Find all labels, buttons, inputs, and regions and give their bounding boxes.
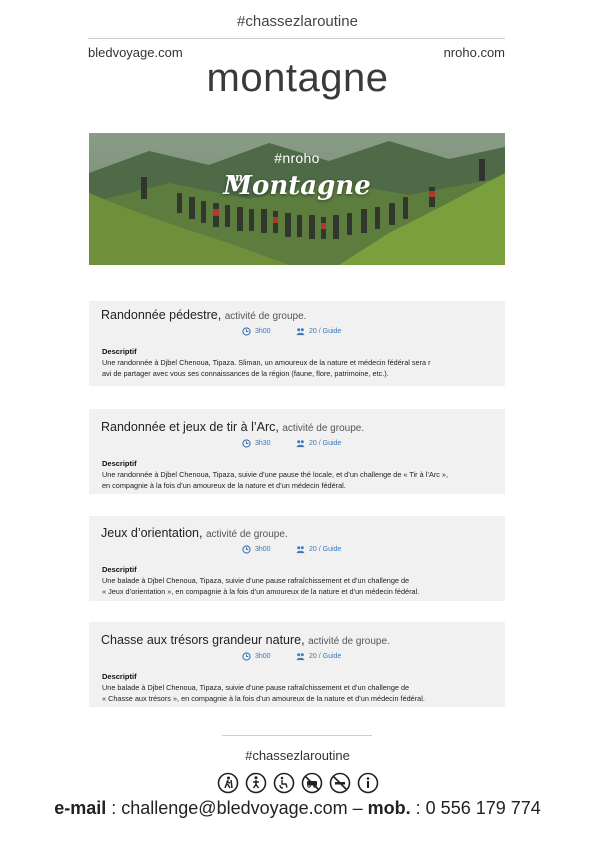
capacity-value: 20 / Guide: [309, 328, 342, 335]
capacity: 20 / Guide: [296, 439, 341, 448]
description-label: Descriptif: [102, 672, 137, 681]
description-label: Descriptif: [102, 565, 137, 574]
top-hashtag: #chassezlaroutine: [237, 13, 358, 30]
capacity-value: 20 / Guide: [309, 546, 342, 553]
clock-icon: [242, 327, 251, 336]
duration: 3h30: [242, 439, 271, 448]
accessibility-icon: [273, 772, 295, 794]
description-line: Une randonnée à Djbel Chenoua, Tipaza. S…: [102, 358, 431, 367]
activity-card: Jeux d’orientation, activité de groupe. …: [89, 516, 505, 601]
bottom-divider: [222, 735, 372, 736]
activity-type: activité de groupe.: [308, 636, 390, 647]
group-icon: [296, 546, 305, 554]
hero-banner: #nroho en Montagne: [89, 133, 505, 265]
description-line: en compagnie à la fois d’un amoureux de …: [102, 481, 346, 490]
activity-title: Chasse aux trésors grandeur nature, acti…: [101, 633, 390, 647]
activity-type: activité de groupe.: [282, 423, 365, 434]
icons-row: [0, 772, 595, 794]
description-line: « Chasse aux trésors », en compagnie à l…: [102, 694, 425, 703]
email-label: e-mail: [54, 798, 107, 818]
description-text: Une randonnée à Djbel Chenoua, Tipaza. S…: [102, 357, 492, 379]
activity-card: Chasse aux trésors grandeur nature, acti…: [89, 622, 505, 707]
activity-name: Chasse aux trésors grandeur nature,: [101, 633, 305, 647]
duration-value: 3h00: [255, 653, 271, 660]
no-smoking-icon: [329, 772, 351, 794]
activity-meta: 3h00 20 / Guide: [89, 327, 505, 339]
activity-type: activité de groupe.: [205, 529, 288, 540]
group-icon: [296, 328, 305, 336]
description-line: « Jeux d’orientation », en compagnie à l…: [102, 587, 420, 596]
no-vehicle-icon: [301, 772, 323, 794]
duration-value: 3h00: [255, 546, 271, 553]
activity-title: Jeux d’orientation, activité de groupe.: [101, 526, 288, 540]
activity-meta: 3h00 20 / Guide: [89, 545, 505, 557]
description-text: Une balade à Djbel Chenoua, Tipaza, suiv…: [102, 682, 492, 704]
activity-type: activité de groupe.: [224, 311, 307, 322]
activity-name: Jeux d’orientation,: [101, 526, 203, 540]
duration: 3h00: [242, 327, 271, 336]
duration: 3h00: [242, 652, 271, 661]
bottom-hashtag: #chassezlaroutine: [245, 748, 350, 763]
description-line: Une randonnée à Djbel Chenoua, Tipaza, s…: [102, 470, 449, 479]
page-title: montagne: [206, 56, 389, 100]
clock-icon: [242, 652, 251, 661]
top-divider: [88, 38, 505, 39]
duration-value: 3h00: [255, 328, 271, 335]
duration: 3h00: [242, 545, 271, 554]
group-icon: [296, 440, 305, 448]
clock-icon: [242, 439, 251, 448]
description-line: avi de partager avec vous ses connaissan…: [102, 369, 389, 378]
phone-label: mob.: [367, 798, 411, 818]
description-label: Descriptif: [102, 459, 137, 468]
description-line: Une balade à Djbel Chenoua, Tipaza, suiv…: [102, 683, 410, 692]
capacity: 20 / Guide: [296, 327, 341, 336]
description-label: Descriptif: [102, 347, 137, 356]
email-address[interactable]: : challenge@bledvoyage.com –: [106, 798, 367, 818]
activity-name: Randonnée et jeux de tir à l’Arc,: [101, 420, 279, 434]
walking-icon: [245, 772, 267, 794]
activity-card: Randonnée pédestre, activité de groupe. …: [89, 301, 505, 386]
activity-title: Randonnée et jeux de tir à l’Arc, activi…: [101, 420, 364, 434]
group-icon: [296, 653, 305, 661]
banner-title: Montagne: [223, 171, 371, 201]
activity-meta: 3h00 20 / Guide: [89, 652, 505, 664]
phone-number[interactable]: : 0 556 179 774: [411, 798, 541, 818]
activity-name: Randonnée pédestre,: [101, 308, 222, 322]
hiking-icon: [217, 772, 239, 794]
duration-value: 3h30: [255, 440, 271, 447]
capacity-value: 20 / Guide: [309, 440, 342, 447]
banner-hashtag: #nroho: [274, 150, 320, 166]
activity-meta: 3h30 20 / Guide: [89, 439, 505, 451]
contact-line: e-mail : challenge@bledvoyage.com – mob.…: [0, 798, 595, 819]
description-text: Une randonnée à Djbel Chenoua, Tipaza, s…: [102, 469, 492, 491]
activity-card: Randonnée et jeux de tir à l’Arc, activi…: [89, 409, 505, 494]
capacity: 20 / Guide: [296, 652, 341, 661]
info-icon: [357, 772, 379, 794]
clock-icon: [242, 545, 251, 554]
activity-title: Randonnée pédestre, activité de groupe.: [101, 308, 306, 322]
description-line: Une balade à Djbel Chenoua, Tipaza, suiv…: [102, 576, 410, 585]
description-text: Une balade à Djbel Chenoua, Tipaza, suiv…: [102, 575, 492, 597]
capacity: 20 / Guide: [296, 545, 341, 554]
capacity-value: 20 / Guide: [309, 653, 342, 660]
